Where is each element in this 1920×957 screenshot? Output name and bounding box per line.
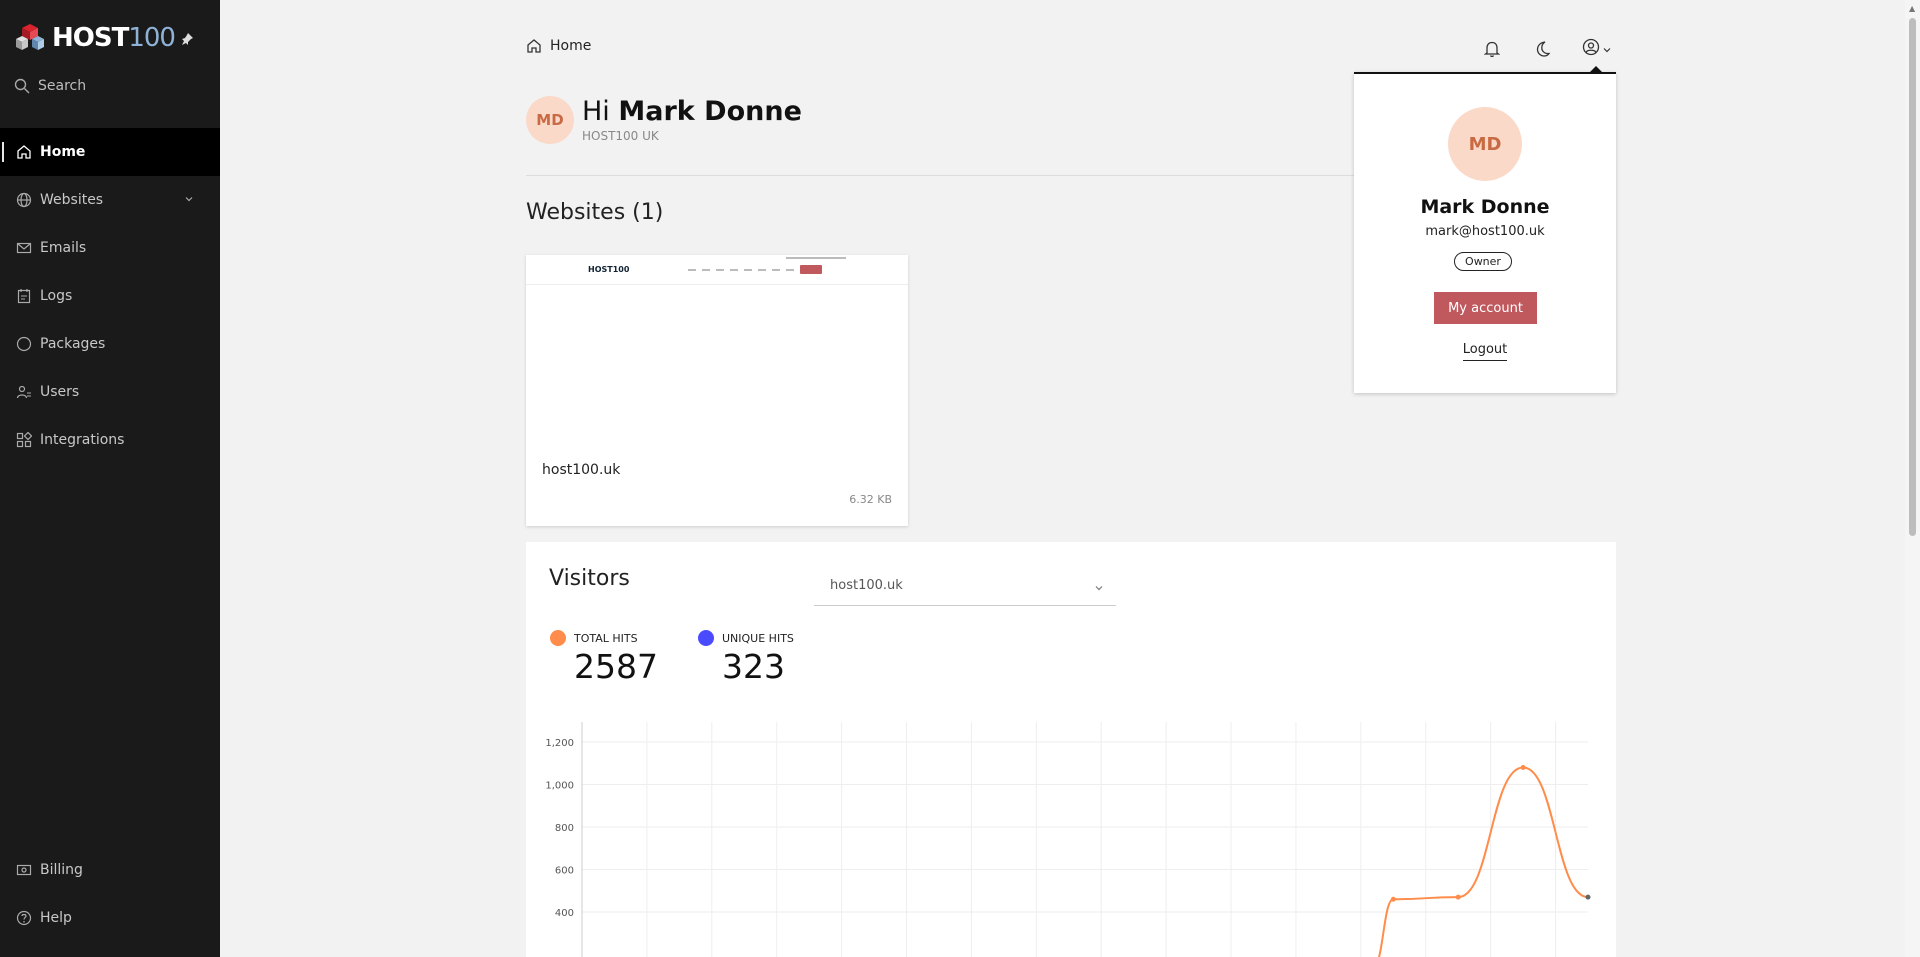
brand-name-num: 100 <box>128 23 176 53</box>
sidebar-item-home[interactable]: Home <box>0 128 220 176</box>
sidebar-item-integrations[interactable]: Integrations <box>0 416 220 464</box>
unique-hits-value: 323 <box>722 647 785 686</box>
globe-icon <box>16 192 32 208</box>
package-icon <box>16 336 32 352</box>
y-tick-label: 1,000 <box>545 781 574 792</box>
header-actions <box>1482 38 1612 60</box>
chevron-down-icon <box>1094 582 1104 597</box>
y-tick-label: 600 <box>555 866 574 877</box>
search-icon <box>14 78 30 94</box>
integrations-icon <box>16 432 32 448</box>
pin-icon[interactable] <box>180 32 194 50</box>
sidebar-item-billing[interactable]: Billing <box>0 846 220 894</box>
thumbnail-logo: HOST100 <box>588 265 630 274</box>
sidebar-item-label: Emails <box>40 240 87 256</box>
website-size: 6.32 KB <box>849 493 892 506</box>
data-point <box>1520 765 1526 770</box>
user-dropdown: MD Mark Donne mark@host100.uk Owner My a… <box>1354 66 1616 393</box>
y-tick-label: 1,200 <box>545 738 574 749</box>
billing-icon <box>16 862 32 878</box>
sidebar-nav: Home Websites Emails Logs Packages Users… <box>0 128 220 464</box>
sidebar-item-label: Packages <box>40 336 106 352</box>
websites-title: Websites (1) <box>526 200 664 225</box>
user-menu-button[interactable] <box>1582 38 1612 60</box>
user-email: mark@host100.uk <box>1425 224 1545 239</box>
avatar: MD <box>1448 107 1522 181</box>
sidebar-item-label: Home <box>40 144 86 160</box>
y-tick-label: 800 <box>555 823 574 834</box>
company-name: HOST100 UK <box>582 129 659 143</box>
role-badge: Owner <box>1454 252 1512 271</box>
page-title: Hi Mark Donne <box>582 97 802 127</box>
logout-link[interactable]: Logout <box>1462 342 1508 361</box>
scrollbar[interactable]: ▲ <box>1905 0 1920 957</box>
avatar[interactable]: MD <box>526 96 574 144</box>
sidebar: HOST100 Search Home Websites Emails Logs… <box>0 0 220 957</box>
sidebar-item-logs[interactable]: Logs <box>0 272 220 320</box>
site-select[interactable]: host100.uk <box>814 568 1116 606</box>
scroll-up-icon[interactable]: ▲ <box>1909 4 1915 13</box>
brand-name: HOST <box>52 23 129 53</box>
help-icon <box>16 910 32 926</box>
data-point <box>1455 894 1461 900</box>
sidebar-item-label: Websites <box>40 192 104 208</box>
sidebar-bottom-nav: Billing Help <box>0 846 220 942</box>
site-select-value: host100.uk <box>830 578 903 593</box>
chevron-down-icon <box>1602 40 1612 59</box>
breadcrumb-label: Home <box>550 38 592 54</box>
sidebar-item-users[interactable]: Users <box>0 368 220 416</box>
visitors-title: Visitors <box>549 566 630 591</box>
website-card[interactable]: HOST100 host100.uk 6.32 KB <box>526 255 908 526</box>
home-icon <box>526 38 542 54</box>
users-icon <box>16 384 32 400</box>
sidebar-item-label: Billing <box>40 862 83 878</box>
greeting: MD Hi Mark Donne HOST100 UK <box>526 96 802 144</box>
greeting-name: Mark Donne <box>618 96 802 127</box>
sidebar-item-label: Logs <box>40 288 73 304</box>
total-hits-dot <box>550 630 566 646</box>
unique-hits-label: UNIQUE HITS <box>722 631 794 645</box>
mail-icon <box>16 240 32 256</box>
y-tick-label: 400 <box>555 908 574 919</box>
visitors-panel: Visitors host100.uk TOTAL HITS 2587 UNIQ… <box>526 542 1616 957</box>
bell-icon[interactable] <box>1482 39 1502 59</box>
website-name[interactable]: host100.uk <box>542 462 620 478</box>
website-thumbnail: HOST100 <box>526 255 908 285</box>
home-icon <box>16 144 32 160</box>
user-circle-icon <box>1582 38 1600 60</box>
logs-icon <box>16 288 32 304</box>
greeting-hi: Hi <box>582 96 610 127</box>
total-hits-stat[interactable]: TOTAL HITS 2587 <box>550 630 658 686</box>
unique-hits-stat[interactable]: UNIQUE HITS 323 <box>698 630 794 686</box>
total-hits-label: TOTAL HITS <box>574 631 638 645</box>
search-label: Search <box>38 78 87 94</box>
sidebar-item-help[interactable]: Help <box>0 894 220 942</box>
unique-hits-dot <box>698 630 714 646</box>
moon-icon[interactable] <box>1532 39 1552 59</box>
chevron-down-icon <box>184 192 194 208</box>
user-name: Mark Donne <box>1420 196 1550 218</box>
data-point <box>1585 894 1591 900</box>
scrollbar-thumb[interactable] <box>1909 18 1916 536</box>
my-account-button[interactable]: My account <box>1434 292 1537 324</box>
sidebar-item-emails[interactable]: Emails <box>0 224 220 272</box>
total-hits-value: 2587 <box>574 647 658 686</box>
sidebar-item-packages[interactable]: Packages <box>0 320 220 368</box>
visitors-chart: 1,200 1,000 800 600 400 <box>545 722 1591 957</box>
breadcrumb[interactable]: Home <box>526 38 591 54</box>
brand-logo[interactable]: HOST100 <box>14 22 176 54</box>
sidebar-search[interactable]: Search <box>14 78 86 94</box>
sidebar-item-websites[interactable]: Websites <box>0 176 220 224</box>
data-point <box>1390 896 1396 902</box>
sidebar-item-label: Help <box>40 910 72 926</box>
logo-cubes-icon <box>16 24 44 50</box>
sidebar-item-label: Integrations <box>40 432 125 448</box>
sidebar-item-label: Users <box>40 384 80 400</box>
